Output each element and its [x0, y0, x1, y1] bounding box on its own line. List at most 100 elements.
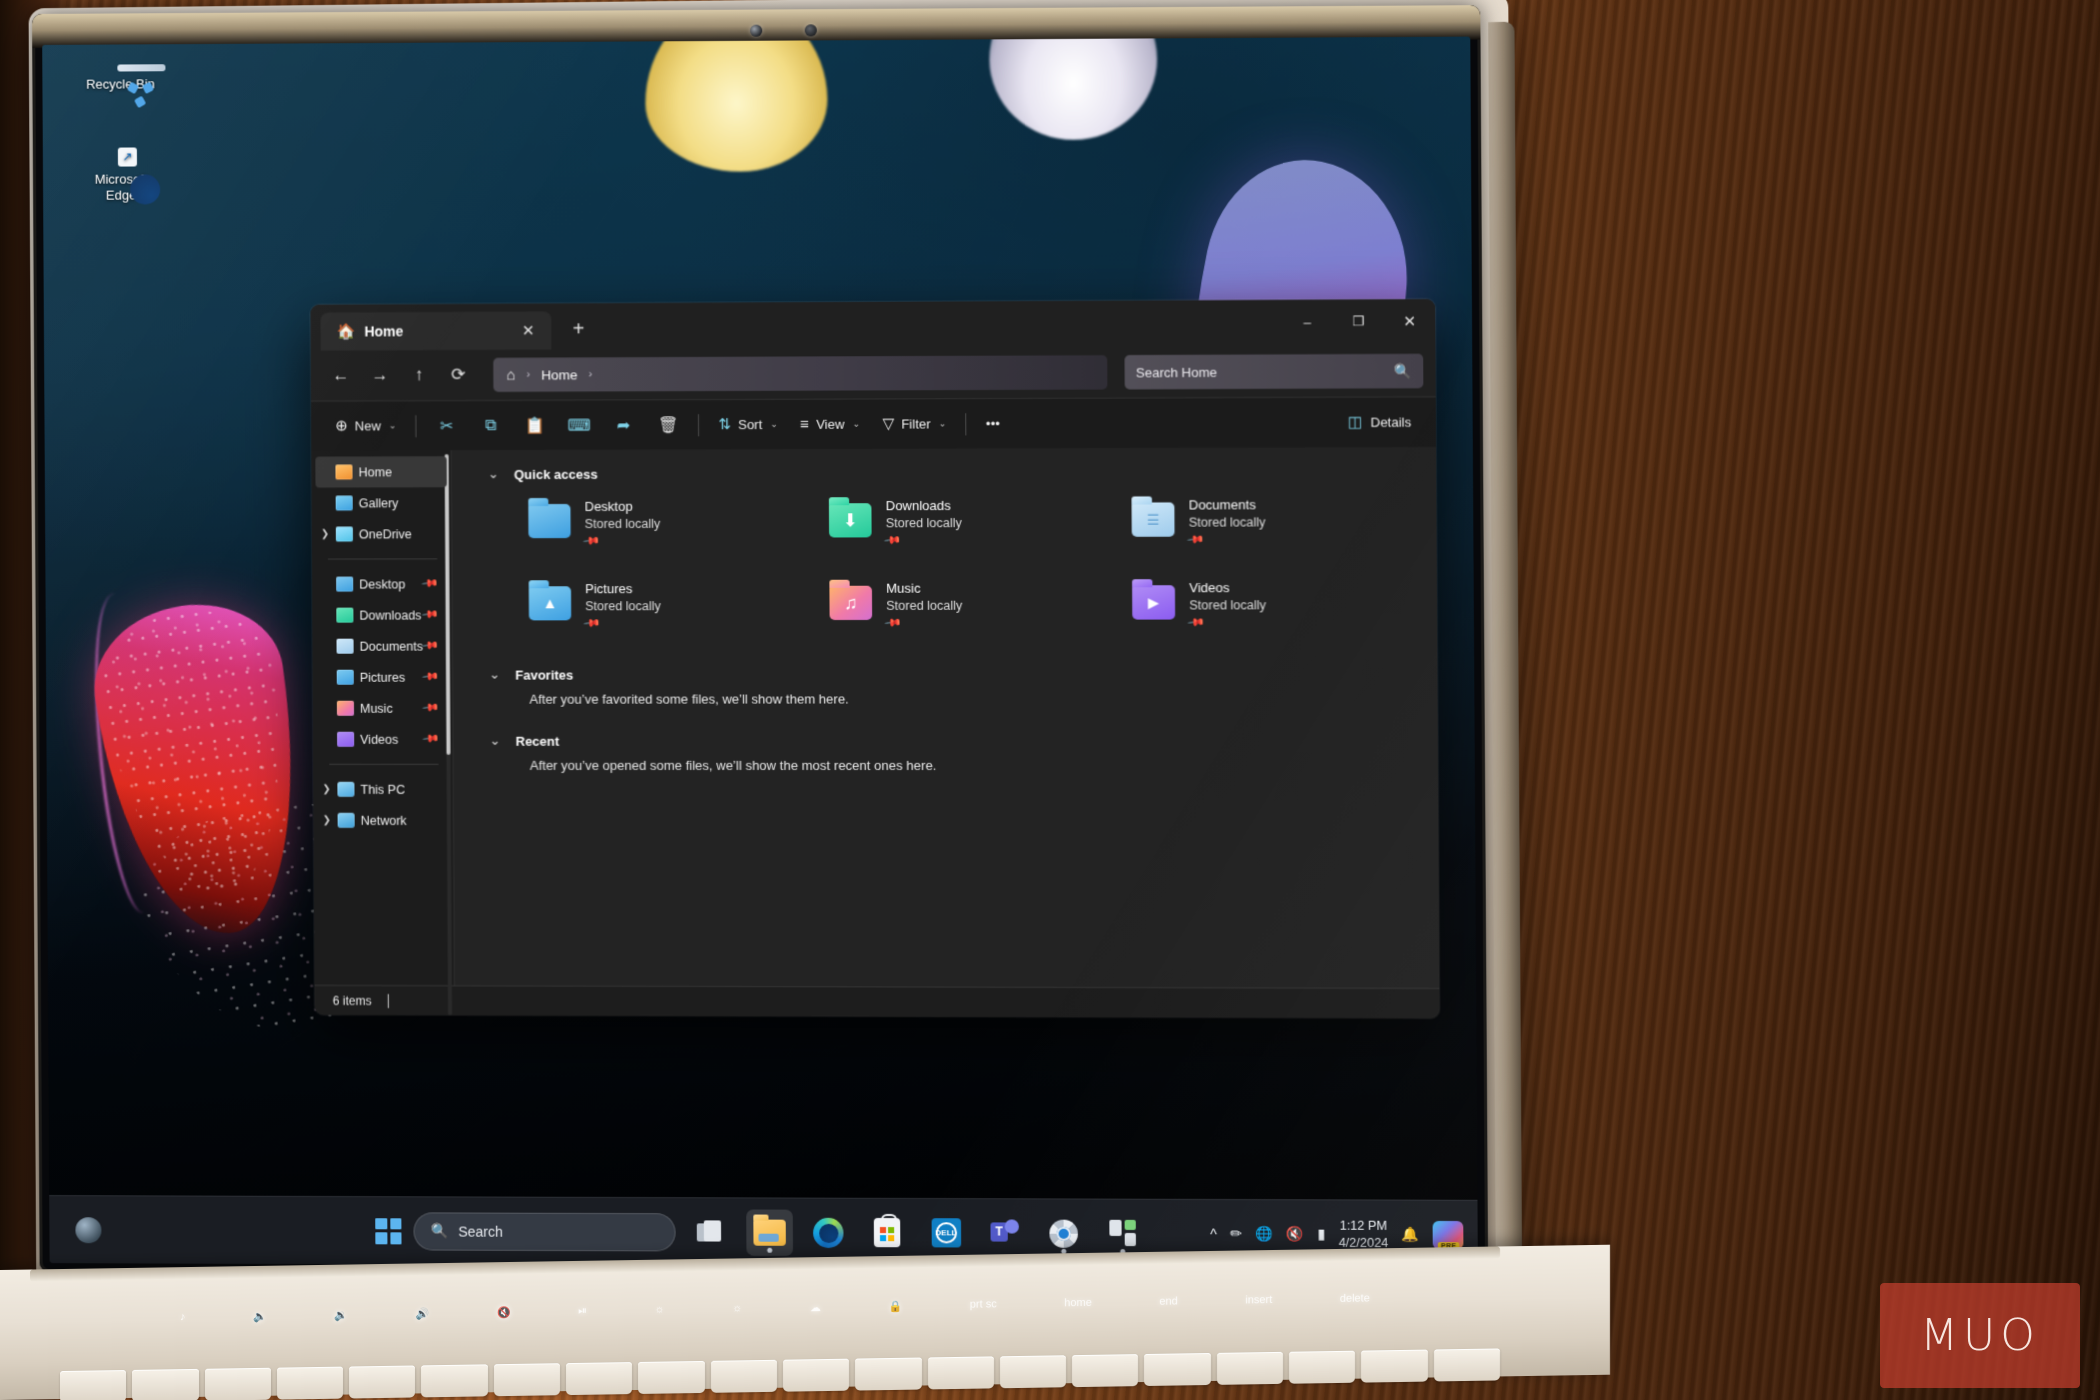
new-button[interactable]: ⊕ New ⌄ [325, 409, 406, 443]
fkey-icon[interactable]: 🔈 [253, 1310, 267, 1323]
chevron-down-icon[interactable]: ⌄ [489, 733, 501, 749]
file-explorer-icon [753, 1219, 786, 1246]
fkey-icon[interactable]: ☼ [655, 1304, 665, 1317]
refresh-button[interactable]: ⟳ [440, 358, 476, 392]
teams-taskbar-button[interactable]: T [981, 1210, 1028, 1257]
pin-icon[interactable]: 📌 [422, 730, 441, 749]
taskbar-search-box[interactable]: 🔍 Search [413, 1211, 676, 1251]
chevron-right-icon[interactable]: ❯ [321, 529, 329, 540]
fkey-icon[interactable]: ⏯ [578, 1305, 587, 1318]
paste-button[interactable]: 📋 [514, 408, 556, 442]
sidebar-item-this-pc[interactable]: ❯ This PC [317, 774, 448, 805]
new-tab-button[interactable]: + [561, 312, 595, 346]
quick-access-header[interactable]: ⌄ Quick access [488, 463, 1436, 482]
tab-home[interactable]: 🏠 Home ✕ [320, 311, 552, 351]
sidebar-item-home[interactable]: Home [315, 456, 447, 488]
quick-access-item[interactable]: Desktop Stored locally 📌 [528, 497, 829, 570]
chevron-down-icon[interactable]: ⌄ [488, 466, 500, 482]
fkey-icon[interactable]: ♪ [180, 1311, 186, 1324]
search-input[interactable]: Search Home 🔍 [1124, 353, 1424, 390]
rename-button[interactable]: ⌨ [558, 408, 600, 442]
clock[interactable]: 1:12 PM 4/2/2024 [1338, 1217, 1389, 1251]
sidebar-item-downloads[interactable]: Downloads 📌 [316, 600, 447, 631]
dell-taskbar-button[interactable]: DELL [922, 1210, 969, 1257]
breadcrumb-home-label[interactable]: Home [541, 367, 577, 382]
fkey-icon[interactable]: home [1064, 1297, 1092, 1310]
sort-button[interactable]: ⇅ Sort ⌄ [708, 407, 788, 441]
task-view-button[interactable] [688, 1209, 735, 1255]
fkey-icon[interactable]: 🔊 [416, 1307, 430, 1320]
fkey-icon[interactable]: insert [1245, 1294, 1272, 1307]
tab-close-icon[interactable]: ✕ [515, 318, 541, 344]
more-options-button[interactable]: ••• [976, 407, 1010, 441]
desktop-icon-recycle-bin[interactable]: Recycle Bin [66, 69, 174, 109]
copilot-icon[interactable]: PRE [1432, 1220, 1464, 1251]
sidebar-item-gallery[interactable]: Gallery [316, 487, 447, 518]
speaker-muted-icon[interactable]: 🔇 [1286, 1225, 1304, 1242]
fkey-icon[interactable]: ☁ [810, 1301, 821, 1314]
sidebar-item-music[interactable]: Music 📌 [317, 693, 448, 724]
breadcrumb-home-icon[interactable]: ⌂ [506, 366, 515, 383]
fkey-icon[interactable]: prt sc [970, 1298, 997, 1311]
item-name: Documents [1188, 497, 1256, 513]
bell-icon[interactable]: 🔔 [1402, 1226, 1420, 1243]
battery-icon[interactable]: ▮ [1317, 1226, 1325, 1243]
item-name: Pictures [585, 581, 633, 597]
sidebar-item-onedrive[interactable]: ❯ OneDrive [316, 518, 447, 549]
favorites-header[interactable]: ⌄ Favorites [489, 666, 1437, 683]
copy-button[interactable]: ⧉ [470, 408, 512, 442]
pin-icon[interactable]: 📌 [421, 575, 440, 593]
pin-icon[interactable]: 📌 [421, 637, 440, 655]
globe-no-internet-icon[interactable]: 🌐 [1255, 1225, 1273, 1242]
share-button[interactable]: ➦ [602, 408, 645, 442]
sidebar-item-desktop[interactable]: Desktop 📌 [316, 568, 447, 599]
up-button[interactable]: ↑ [401, 358, 437, 392]
fkey-icon[interactable]: ☼ [732, 1302, 742, 1315]
close-button[interactable]: ✕ [1384, 299, 1436, 344]
details-pane-button[interactable]: ◫ Details [1337, 405, 1421, 440]
quick-access-item[interactable]: ▶ Videos Stored locally 📌 [1132, 579, 1437, 652]
sidebar-divider-2 [329, 763, 439, 765]
minimize-button[interactable]: – [1281, 300, 1332, 345]
sidebar-item-documents[interactable]: Documents 📌 [316, 631, 447, 662]
file-explorer-taskbar-button[interactable] [746, 1208, 794, 1256]
forward-button[interactable]: → [362, 358, 398, 392]
pin-icon[interactable]: 📌 [421, 606, 440, 624]
quick-access-item[interactable]: ☰ Documents Stored locally 📌 [1131, 496, 1437, 570]
quick-access-item[interactable]: ▲ Pictures Stored locally 📌 [528, 580, 830, 653]
settings-taskbar-button[interactable] [1040, 1210, 1087, 1257]
edge-taskbar-button[interactable] [805, 1209, 852, 1255]
chevron-right-icon[interactable]: ❯ [323, 815, 331, 826]
chevron-right-icon[interactable]: ❯ [322, 784, 330, 795]
recent-header[interactable]: ⌄ Recent [489, 733, 1437, 749]
maximize-button[interactable]: ❐ [1333, 299, 1385, 344]
cut-button[interactable]: ✂ [425, 409, 467, 443]
quick-access-item[interactable]: ⬇ Downloads Stored locally 📌 [828, 496, 1132, 569]
address-bar[interactable]: ⌂ › Home › [493, 355, 1108, 392]
chevron-up-icon[interactable]: ^ [1210, 1226, 1217, 1242]
sidebar-item-network[interactable]: ❯ Network [317, 805, 448, 836]
fkey-icon[interactable]: end [1159, 1295, 1177, 1308]
view-button[interactable]: ≡ View ⌄ [790, 407, 870, 442]
item-status: Stored locally [1188, 514, 1266, 530]
wallpaper-shape-left-rim [78, 590, 179, 916]
fkey-icon[interactable]: 🔒 [889, 1300, 903, 1313]
pen-disabled-icon[interactable]: ✏ [1230, 1225, 1242, 1242]
fkey-icon[interactable]: 🔇 [497, 1306, 511, 1319]
chevron-down-icon[interactable]: ⌄ [489, 667, 501, 683]
pin-icon[interactable]: 📌 [422, 668, 441, 687]
desktop-icon-microsoft-edge[interactable]: ↗ Microsoft Edge [67, 147, 175, 203]
fkey-icon[interactable]: delete [1340, 1292, 1370, 1305]
filter-button[interactable]: ▽ Filter ⌄ [872, 407, 956, 442]
fkey-icon[interactable]: 🔉 [334, 1309, 348, 1322]
pin-icon[interactable]: 📌 [422, 699, 441, 718]
start-button[interactable] [375, 1217, 402, 1244]
sidebar-item-videos[interactable]: Videos 📌 [317, 724, 448, 755]
store-taskbar-button[interactable] [864, 1209, 911, 1255]
item-status: Stored locally [1189, 597, 1267, 612]
back-button[interactable]: ← [323, 358, 359, 392]
widgets-taskbar-button[interactable] [1099, 1210, 1146, 1257]
delete-button[interactable]: 🗑 [647, 408, 690, 442]
quick-access-item[interactable]: ♫ Music Stored locally 📌 [829, 579, 1132, 652]
sidebar-item-pictures[interactable]: Pictures 📌 [317, 662, 448, 693]
